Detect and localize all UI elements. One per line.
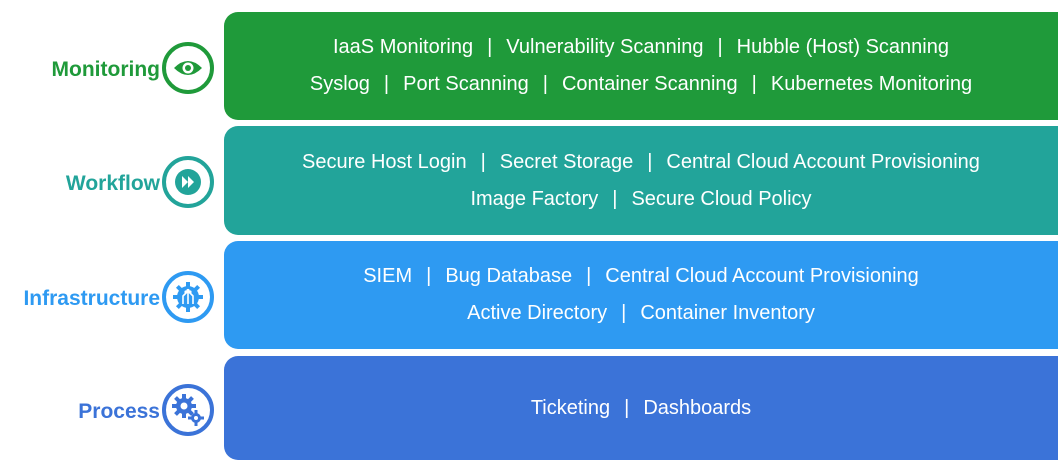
separator: | xyxy=(542,73,548,95)
band-item: Hubble (Host) Scanning xyxy=(736,36,949,58)
band-item: Container Inventory xyxy=(640,302,815,324)
band-line: Active Directory | Container Inventory xyxy=(467,295,815,332)
separator: | xyxy=(426,265,432,287)
layer-band: Secure Host Login | Secret Storage | Cen… xyxy=(224,126,1058,235)
separator: | xyxy=(751,73,757,95)
band-item: Secure Cloud Policy xyxy=(631,187,812,210)
gear-circuit-icon xyxy=(162,271,214,323)
layer-band: IaaS Monitoring | Vulnerability Scanning… xyxy=(224,12,1058,120)
band-item: Active Directory xyxy=(467,302,608,324)
layer-label: Monitoring xyxy=(51,58,160,81)
eye-icon xyxy=(162,42,214,94)
band-item: IaaS Monitoring xyxy=(333,36,474,58)
gears-icon xyxy=(162,384,214,436)
separator: | xyxy=(586,265,592,287)
band-item: Central Cloud Account Provisioning xyxy=(605,265,919,287)
band-item: Secret Storage xyxy=(499,150,634,173)
band-item: Secure Host Login xyxy=(302,150,467,173)
layer-band: SIEM | Bug Database | Central Cloud Acco… xyxy=(224,241,1058,349)
band-item: Dashboards xyxy=(643,396,752,419)
separator: | xyxy=(612,187,618,210)
layer-label: Workflow xyxy=(65,172,160,195)
band-item: Bug Database xyxy=(445,265,573,287)
separator: | xyxy=(621,302,627,324)
layer-monitoring: Monitoring IaaS Monitoring | Vulnerabili… xyxy=(0,12,1058,120)
band-item: Vulnerability Scanning xyxy=(506,36,704,58)
separator: | xyxy=(487,36,493,58)
band-line: Secure Host Login | Secret Storage | Cen… xyxy=(302,144,980,181)
band-item: Port Scanning xyxy=(403,73,529,95)
separator: | xyxy=(480,150,486,173)
band-item: Container Scanning xyxy=(561,73,738,95)
fast-forward-icon xyxy=(162,156,214,208)
layer-band: Ticketing | Dashboards xyxy=(224,356,1058,460)
band-line: Image Factory | Secure Cloud Policy xyxy=(470,181,811,218)
band-item: Central Cloud Account Provisioning xyxy=(666,150,980,173)
band-item: Kubernetes Monitoring xyxy=(770,73,973,95)
band-item: Ticketing xyxy=(530,396,611,419)
layer-label: Infrastructure xyxy=(23,287,160,310)
separator: | xyxy=(624,396,630,419)
separator: | xyxy=(717,36,723,58)
separator: | xyxy=(383,73,390,95)
band-line: SIEM | Bug Database | Central Cloud Acco… xyxy=(363,258,919,295)
band-line: Syslog | Port Scanning | Container Scann… xyxy=(310,66,972,103)
band-line: IaaS Monitoring | Vulnerability Scanning… xyxy=(333,29,949,66)
layer-workflow: Workflow Secure Host Login | Secret Stor… xyxy=(0,126,1058,235)
separator: | xyxy=(647,150,653,173)
band-item: SIEM xyxy=(363,265,413,287)
band-line: Ticketing | Dashboards xyxy=(531,390,751,427)
layer-process: Process Ticketing | Dashboards xyxy=(0,356,1058,460)
layer-infrastructure: Infrastructure SIEM | Bug Database | Cen… xyxy=(0,241,1058,349)
band-item: Syslog xyxy=(309,73,370,95)
band-item: Image Factory xyxy=(470,187,599,210)
layer-label: Process xyxy=(78,400,160,423)
